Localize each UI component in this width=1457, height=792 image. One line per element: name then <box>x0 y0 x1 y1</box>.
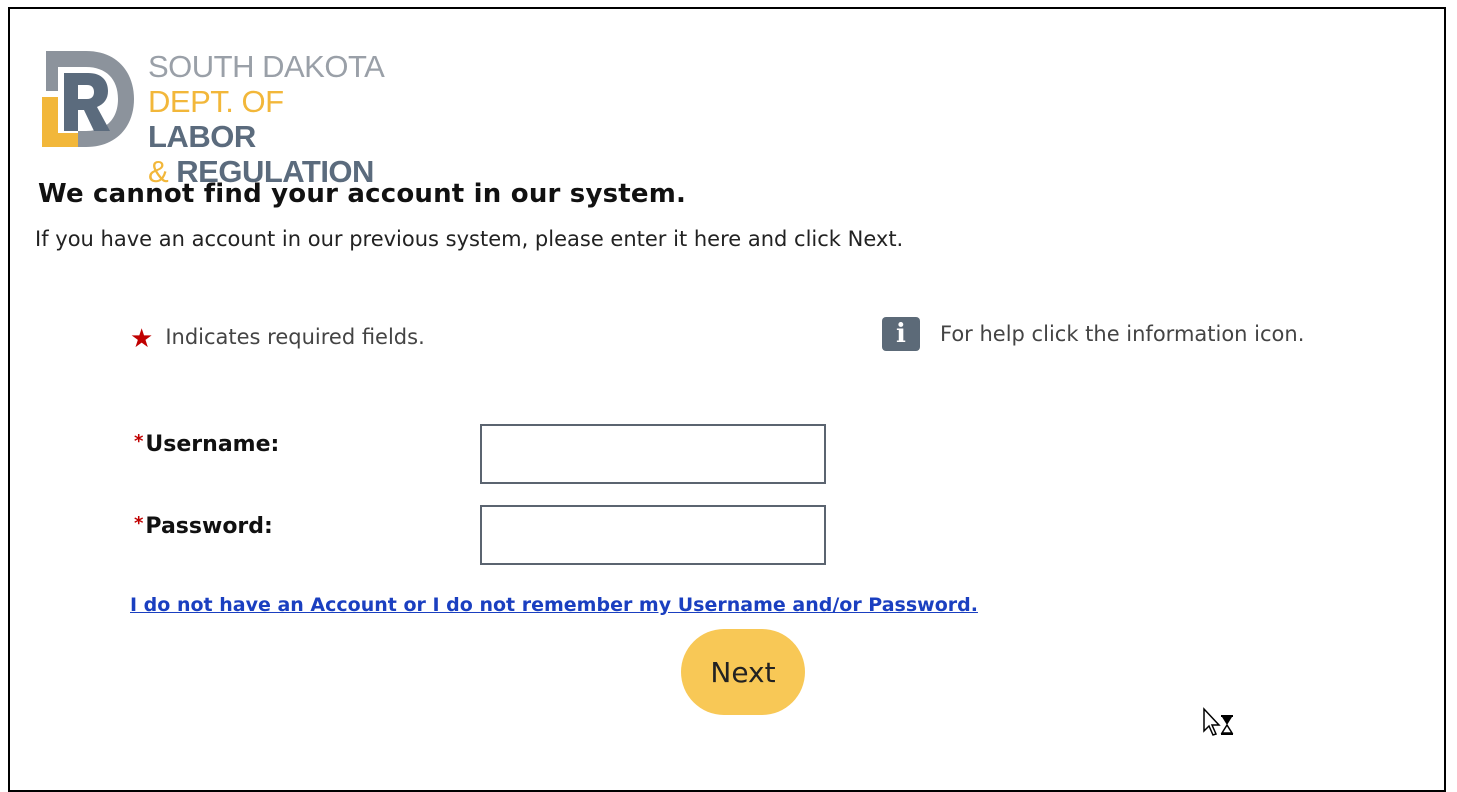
logo-line-2: DEPT. OF LABOR <box>148 84 398 154</box>
password-label: *Password: <box>134 513 273 539</box>
logo-line-2-bold: LABOR <box>148 119 256 154</box>
password-required-star: * <box>134 513 144 534</box>
username-label-text: Username: <box>145 432 280 457</box>
next-button[interactable]: Next <box>681 629 805 715</box>
password-label-text: Password: <box>145 514 273 539</box>
logo-line-2-light: DEPT. OF <box>148 84 284 119</box>
help-note: i For help click the information icon. <box>882 317 1304 351</box>
required-star-icon: ★ <box>130 324 154 354</box>
busy-cursor-icon <box>1203 707 1234 736</box>
logo-line-1: SOUTH DAKOTA <box>148 49 385 84</box>
information-icon[interactable]: i <box>882 317 920 351</box>
page-frame: SOUTH DAKOTA DEPT. OF LABOR & REGULATION… <box>8 7 1446 792</box>
account-recovery-link[interactable]: I do not have an Account or I do not rem… <box>130 594 978 616</box>
username-required-star: * <box>134 431 144 452</box>
dlr-logo: SOUTH DAKOTA DEPT. OF LABOR & REGULATION <box>38 47 398 189</box>
dlr-logo-mark-icon <box>42 51 134 147</box>
username-input[interactable] <box>480 424 826 484</box>
password-input[interactable] <box>480 505 826 565</box>
required-fields-note: ★ Indicates required fields. <box>130 321 425 354</box>
page-title: We cannot find your account in our syste… <box>38 179 687 209</box>
help-note-text: For help click the information icon. <box>940 322 1305 346</box>
page-subtitle: If you have an account in our previous s… <box>35 227 904 251</box>
username-label: *Username: <box>134 431 280 457</box>
required-fields-text: Indicates required fields. <box>165 325 425 349</box>
logo-text: SOUTH DAKOTA DEPT. OF LABOR & REGULATION <box>148 49 398 189</box>
